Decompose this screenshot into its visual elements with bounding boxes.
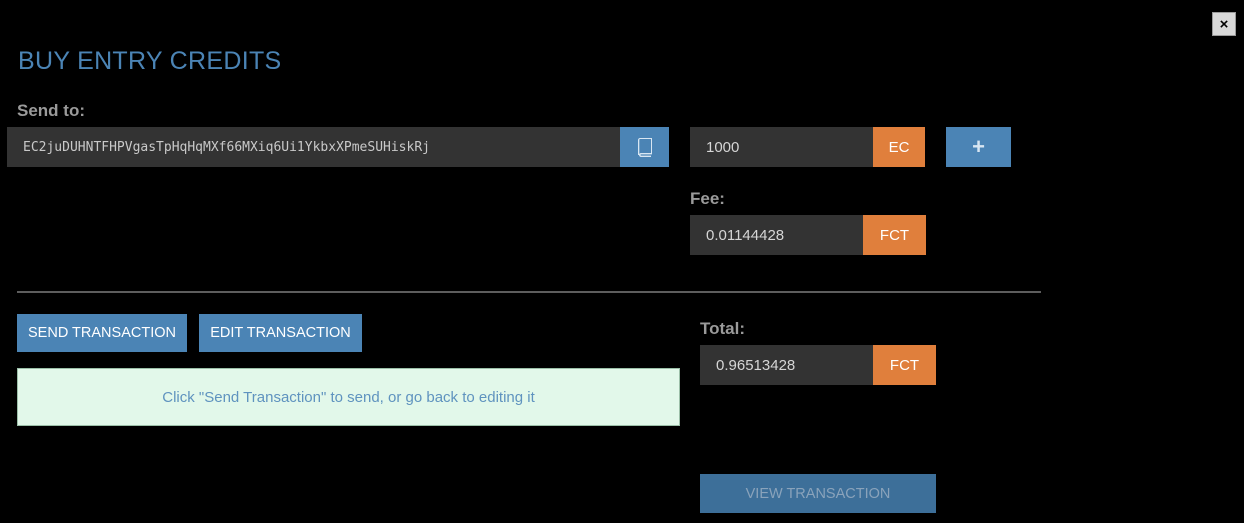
fee-field bbox=[690, 215, 863, 255]
total-unit-badge: FCT bbox=[873, 345, 936, 385]
address-book-button[interactable] bbox=[620, 127, 669, 167]
send-transaction-button[interactable]: SEND TRANSACTION bbox=[17, 314, 187, 352]
confirmation-notice: Click "Send Transaction" to send, or go … bbox=[17, 368, 680, 426]
total-label: Total: bbox=[700, 319, 746, 338]
page-title: BUY ENTRY CREDITS bbox=[18, 47, 282, 75]
divider bbox=[17, 291, 1041, 293]
edit-transaction-button[interactable]: EDIT TRANSACTION bbox=[199, 314, 362, 352]
buy-entry-credits-dialog: × BUY ENTRY CREDITS Send to: EC + Fee: F… bbox=[0, 0, 1244, 523]
close-button[interactable]: × bbox=[1212, 12, 1236, 36]
send-to-label: Send to: bbox=[17, 101, 85, 120]
amount-unit-badge: EC bbox=[873, 127, 925, 167]
address-input[interactable] bbox=[7, 127, 620, 167]
view-transaction-button[interactable]: VIEW TRANSACTION bbox=[700, 474, 936, 513]
add-output-button[interactable]: + bbox=[946, 127, 1011, 167]
fee-unit-badge: FCT bbox=[863, 215, 926, 255]
total-field bbox=[700, 345, 873, 385]
amount-input[interactable] bbox=[690, 127, 873, 167]
address-book-icon bbox=[636, 137, 654, 157]
fee-label: Fee: bbox=[690, 189, 725, 208]
